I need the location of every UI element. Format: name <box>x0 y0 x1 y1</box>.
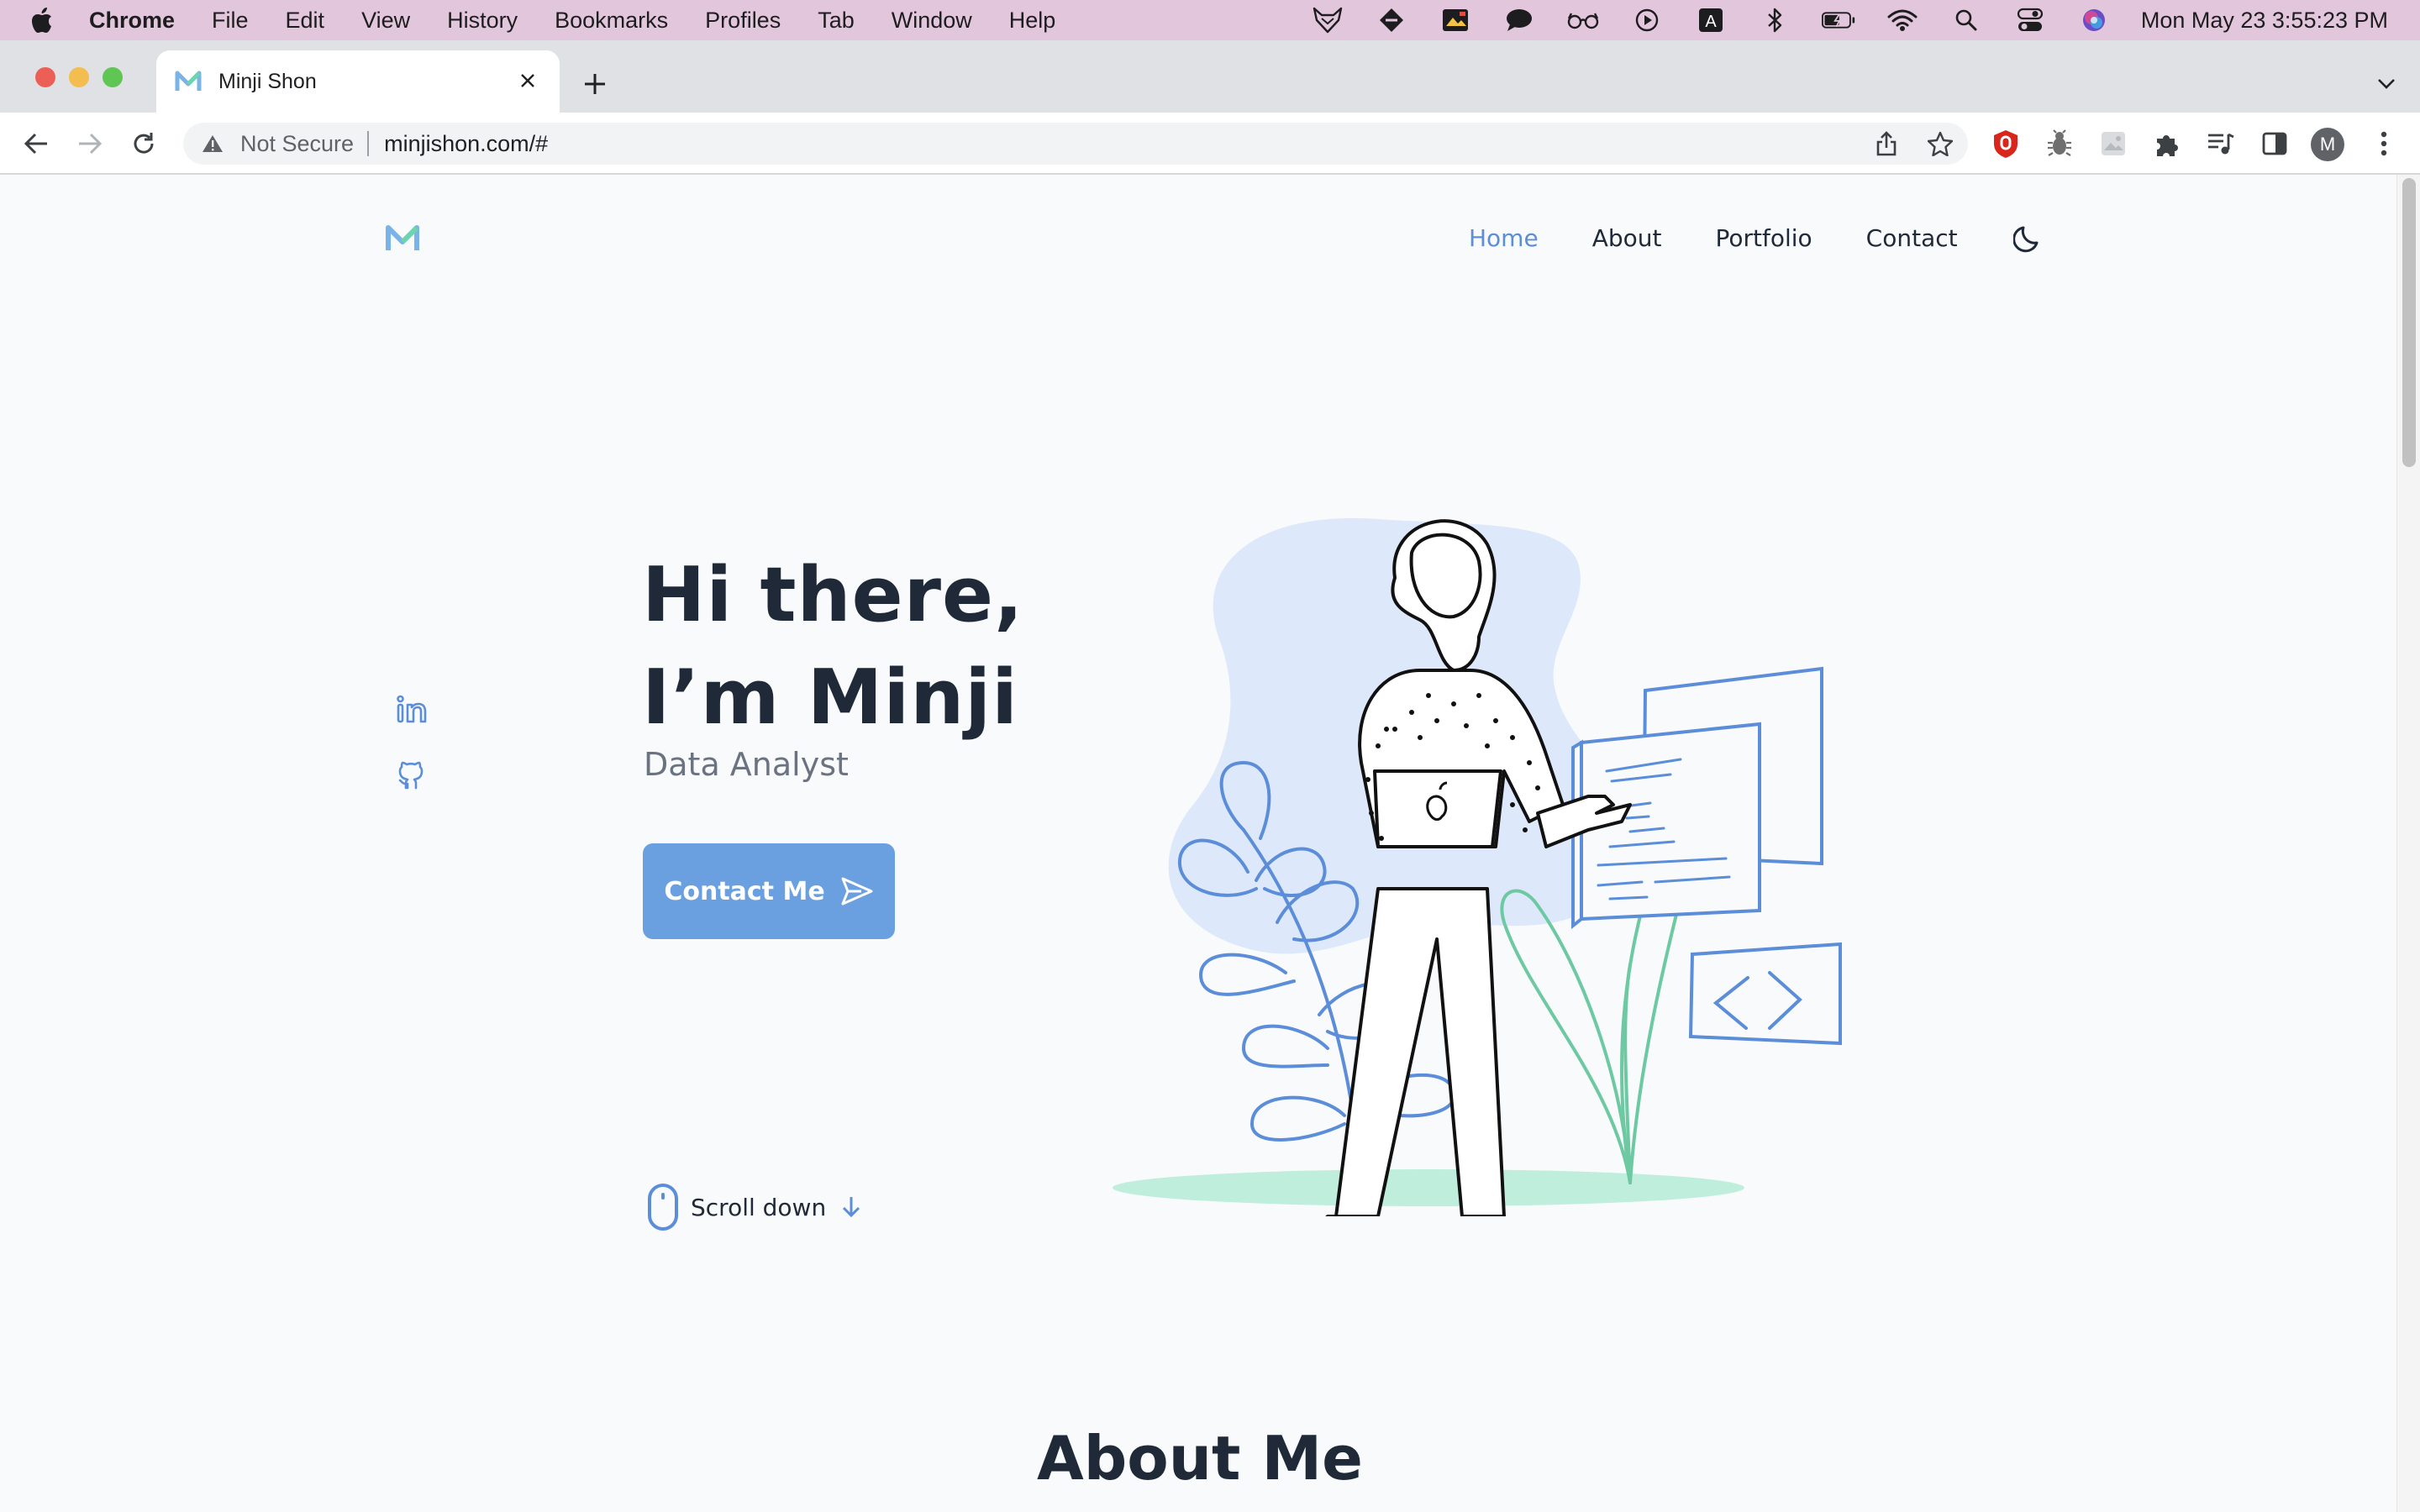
forward-arrow-icon[interactable] <box>72 126 108 161</box>
battery-icon[interactable] <box>1821 7 1855 34</box>
send-plane-icon <box>840 874 874 908</box>
menu-tab[interactable]: Tab <box>818 8 855 34</box>
menu-history[interactable]: History <box>447 8 518 34</box>
apple-menu-icon[interactable] <box>30 6 55 34</box>
menu-bookmarks[interactable]: Bookmarks <box>555 8 668 34</box>
new-tab-icon[interactable] <box>578 67 612 101</box>
omnibox-divider <box>367 131 370 156</box>
scrollbar-thumb[interactable] <box>2402 178 2416 467</box>
menu-help[interactable]: Help <box>1009 8 1056 34</box>
more-vertical-icon[interactable] <box>2366 126 2402 161</box>
bluetooth-icon[interactable] <box>1758 7 1791 34</box>
share-icon[interactable] <box>1870 128 1902 160</box>
url-text[interactable]: minjishon.com/# <box>384 131 548 157</box>
spotlight-search-icon[interactable] <box>1949 7 1983 34</box>
menu-file[interactable]: File <box>212 8 249 34</box>
window-close-button[interactable] <box>35 67 55 87</box>
mouse-icon <box>647 1183 679 1231</box>
about-me-heading: About Me <box>1037 1423 1363 1494</box>
hero-title: Hi there, I’m Minji <box>642 544 1023 749</box>
menu-profiles[interactable]: Profiles <box>705 8 781 34</box>
nav-portfolio-link[interactable]: Portfolio <box>1715 224 1812 252</box>
window-zoom-button[interactable] <box>103 67 123 87</box>
nav-contact-link[interactable]: Contact <box>1866 224 1958 252</box>
bookmark-star-icon[interactable] <box>1924 128 1956 160</box>
reload-icon[interactable] <box>126 126 161 161</box>
hero-illustration <box>1042 444 1882 1262</box>
code-windows <box>1571 666 1842 1046</box>
back-arrow-icon[interactable] <box>18 126 54 161</box>
media-control-icon[interactable] <box>2203 126 2238 161</box>
ublock-extension-icon[interactable] <box>1988 126 2023 161</box>
siri-icon[interactable] <box>2077 7 2111 34</box>
control-center-icon[interactable] <box>2013 7 2047 34</box>
chat-bubble-icon[interactable] <box>1502 7 1536 34</box>
menu-view[interactable]: View <box>361 8 410 34</box>
security-status-label[interactable]: Not Secure <box>240 131 354 157</box>
hero-subtitle: Data Analyst <box>644 746 849 783</box>
diamond-icon[interactable] <box>1375 7 1408 34</box>
profile-avatar[interactable]: M <box>2311 128 2344 161</box>
hero-title-line1: Hi there, <box>642 551 1024 639</box>
web-page: Home About Portfolio Contact Hi there, I… <box>0 175 2420 1512</box>
fox-icon[interactable] <box>1311 7 1344 34</box>
side-panel-icon[interactable] <box>2257 126 2292 161</box>
nav-about-link[interactable]: About <box>1592 224 1662 252</box>
arrow-down-icon <box>841 1195 865 1219</box>
browser-toolbar: Not Secure minjishon.com/# M <box>0 113 2420 175</box>
scroll-down-link[interactable]: Scroll down <box>647 1183 865 1231</box>
tab-search-chevron-icon[interactable] <box>2371 69 2402 99</box>
page-scrollbar[interactable] <box>2396 175 2420 1512</box>
linkedin-icon[interactable] <box>393 690 430 727</box>
nav-home-link[interactable]: Home <box>1469 224 1539 252</box>
dark-mode-moon-icon[interactable] <box>2012 221 2045 255</box>
ground-shadow <box>1113 1169 1744 1206</box>
menu-window[interactable]: Window <box>892 8 972 34</box>
contact-me-button-label: Contact Me <box>664 876 825 906</box>
macos-menu-bar: Chrome File Edit View History Bookmarks … <box>0 0 2420 40</box>
window-minimize-button[interactable] <box>69 67 89 87</box>
glasses-icon[interactable] <box>1566 7 1600 34</box>
status-tray: A Mon May 23 3:55:23 PM <box>1281 0 2388 40</box>
extensions-puzzle-icon[interactable] <box>2149 126 2185 161</box>
scroll-down-label: Scroll down <box>691 1193 827 1221</box>
play-circle-icon[interactable] <box>1630 7 1664 34</box>
bug-extension-icon[interactable] <box>2042 126 2077 161</box>
warning-triangle-icon[interactable] <box>202 131 227 156</box>
site-favicon-icon <box>175 68 202 95</box>
site-logo-icon[interactable] <box>385 223 420 252</box>
contact-me-button[interactable]: Contact Me <box>643 843 895 939</box>
hero-title-line2: I’m Minji <box>642 654 1018 742</box>
image-extension-icon[interactable] <box>2096 126 2131 161</box>
screen-capture-icon[interactable] <box>1439 7 1472 34</box>
browser-tab-active[interactable]: Minji Shon <box>156 50 560 113</box>
keyboard-input-a-icon[interactable]: A <box>1694 7 1728 34</box>
svg-text:A: A <box>1705 13 1717 31</box>
main-nav: Home About Portfolio Contact <box>1469 221 2045 255</box>
github-icon[interactable] <box>393 756 430 793</box>
menu-edit[interactable]: Edit <box>286 8 325 34</box>
wifi-icon[interactable] <box>1886 7 1919 34</box>
address-bar[interactable]: Not Secure minjishon.com/# <box>183 123 1968 165</box>
tab-close-icon[interactable] <box>513 66 543 96</box>
menu-app-chrome[interactable]: Chrome <box>89 8 175 34</box>
tab-title: Minji Shon <box>218 69 317 93</box>
menubar-clock[interactable]: Mon May 23 3:55:23 PM <box>2141 8 2388 34</box>
